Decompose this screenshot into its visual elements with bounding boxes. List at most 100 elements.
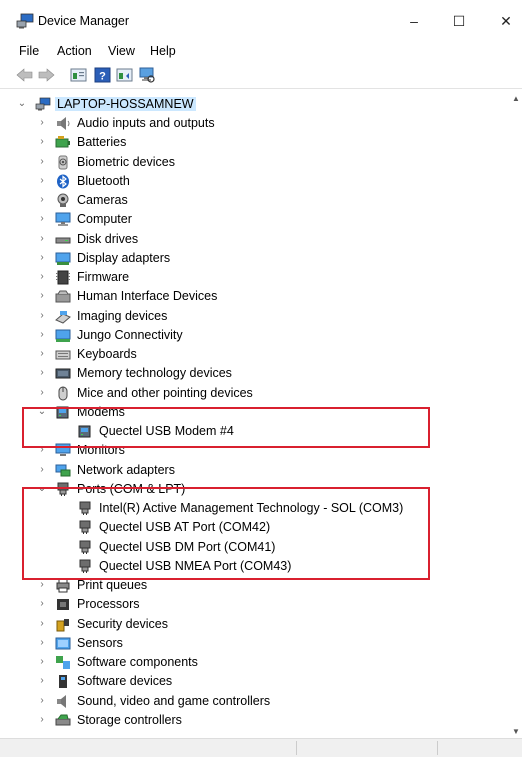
tree-item-jungo-connectivity[interactable]: › Jungo Connectivity (0, 326, 509, 345)
tree-item-label: Cameras (77, 193, 128, 207)
tree-item-label: Sensors (77, 635, 123, 650)
software-component-icon (56, 656, 70, 669)
tree-item-label: Jungo Connectivity (77, 327, 183, 342)
menu-bar: File Action View Help (0, 40, 522, 62)
menu-file[interactable]: File (19, 44, 39, 58)
chevron-right-icon[interactable]: › (37, 579, 47, 591)
mouse-icon (58, 386, 68, 400)
chevron-right-icon[interactable]: › (37, 348, 47, 360)
software-device-icon (59, 675, 67, 689)
tree-item-label: Keyboards (77, 347, 137, 361)
sensor-icon (55, 637, 71, 650)
device-manager-icon (16, 13, 34, 29)
tree-root[interactable]: ⌄ LAPTOP-HOSSAMNEW (0, 95, 509, 114)
menu-view[interactable]: View (108, 44, 135, 58)
chevron-right-icon[interactable]: › (37, 156, 47, 168)
tree-item-software-components[interactable]: › Software components (0, 653, 509, 672)
tree-item-cameras[interactable]: › Cameras (0, 191, 509, 210)
help-icon[interactable]: ? (94, 67, 111, 83)
modems-highlight-box (22, 407, 430, 448)
tree-item-disk-drives[interactable]: › Disk drives (0, 230, 509, 249)
vertical-scrollbar[interactable]: ▲ ▼ (509, 92, 522, 738)
scroll-up-icon[interactable]: ▲ (512, 94, 520, 103)
tree-item-label: Display adapters (77, 250, 171, 265)
chevron-down-icon[interactable]: ⌄ (17, 98, 27, 110)
properties-icon[interactable] (70, 67, 87, 83)
tree-item-mice-and-other-pointing-devices[interactable]: › Mice and other pointing devices (0, 384, 509, 403)
tree-item-label: Audio inputs and outputs (77, 116, 215, 130)
chevron-right-icon[interactable]: › (37, 136, 47, 148)
chevron-right-icon[interactable]: › (37, 656, 47, 668)
tree-item-bluetooth[interactable]: › Bluetooth (0, 172, 509, 191)
chevron-right-icon[interactable]: › (37, 598, 47, 610)
status-bar (0, 738, 522, 757)
maximize-button[interactable]: ☐ (437, 6, 481, 36)
chevron-right-icon[interactable]: › (37, 233, 47, 245)
back-arrow-icon[interactable] (16, 67, 33, 83)
tree-item-label: Imaging devices (77, 308, 168, 323)
tree-item-sound-video-and-game-controllers[interactable]: › Sound, video and game controllers (0, 692, 509, 711)
chevron-right-icon[interactable]: › (37, 213, 47, 225)
tree-item-computer[interactable]: › Computer (0, 210, 509, 229)
tree-item-batteries[interactable]: › Batteries (0, 133, 509, 152)
tree-item-audio-inputs-and-outputs[interactable]: › Audio inputs and outputs (0, 114, 509, 133)
chevron-right-icon[interactable]: › (37, 290, 47, 302)
tree-item-label: Batteries (77, 135, 127, 150)
tree-item-label: Processors (77, 597, 140, 612)
tree-item-memory-technology-devices[interactable]: › Memory technology devices (0, 364, 509, 383)
tree-item-label: Disk drives (77, 231, 139, 246)
tree-item-label: Software components (77, 655, 198, 669)
chevron-right-icon[interactable]: › (37, 310, 47, 322)
chevron-right-icon[interactable]: › (37, 271, 47, 283)
network-adapter-icon (55, 464, 71, 476)
close-button[interactable]: ✕ (484, 6, 522, 36)
tree-item-imaging-devices[interactable]: › Imaging devices (0, 307, 509, 326)
chevron-right-icon[interactable]: › (37, 252, 47, 264)
computer-root-icon (35, 97, 51, 111)
chevron-right-icon[interactable]: › (37, 637, 47, 649)
scroll-down-icon[interactable]: ▼ (512, 727, 520, 736)
tree-item-label: Sound, video and game controllers (77, 693, 271, 708)
minimize-button[interactable]: – (392, 6, 436, 36)
chevron-right-icon[interactable]: › (37, 675, 47, 687)
tree-item-label: Print queues (77, 578, 148, 592)
chevron-right-icon[interactable]: › (37, 117, 47, 129)
tree-item-biometric-devices[interactable]: › Biometric devices (0, 153, 509, 172)
storage-icon (55, 714, 71, 726)
ports-highlight-box (22, 487, 430, 580)
chevron-right-icon[interactable]: › (37, 618, 47, 630)
scan-hardware-icon[interactable] (138, 67, 155, 83)
tree-item-processors[interactable]: › Processors (0, 595, 509, 614)
menu-action[interactable]: Action (57, 44, 92, 58)
computer-icon (55, 212, 71, 227)
forward-arrow-icon[interactable] (38, 67, 55, 83)
chevron-right-icon[interactable]: › (37, 367, 47, 379)
tree-root-label: LAPTOP-HOSSAMNEW (55, 97, 196, 111)
tree-item-human-interface-devices[interactable]: › Human Interface Devices (0, 287, 509, 306)
biometric-icon (58, 155, 68, 169)
tree-item-storage-controllers[interactable]: › Storage controllers (0, 711, 509, 730)
camera-icon (57, 193, 69, 207)
chevron-right-icon[interactable]: › (37, 194, 47, 206)
menu-help[interactable]: Help (150, 44, 176, 58)
tree-item-display-adapters[interactable]: › Display adapters (0, 249, 509, 268)
chevron-right-icon[interactable]: › (37, 329, 47, 341)
tree-item-label: Network adapters (77, 462, 175, 477)
tree-item-sensors[interactable]: › Sensors (0, 634, 509, 653)
tree-item-label: Software devices (77, 674, 173, 689)
tree-item-keyboards[interactable]: › Keyboards (0, 345, 509, 364)
chevron-right-icon[interactable]: › (37, 387, 47, 399)
chevron-right-icon[interactable]: › (37, 464, 47, 476)
speaker-icon (57, 117, 70, 130)
chevron-right-icon[interactable]: › (37, 695, 47, 707)
sound-icon (57, 694, 66, 708)
tree-item-firmware[interactable]: › Firmware (0, 268, 509, 287)
tree-item-security-devices[interactable]: › Security devices (0, 615, 509, 634)
keyboard-icon (55, 350, 71, 360)
tree-item-software-devices[interactable]: › Software devices (0, 672, 509, 691)
tree-item-label: Storage controllers (77, 712, 182, 727)
chevron-right-icon[interactable]: › (37, 175, 47, 187)
update-driver-icon[interactable] (116, 67, 133, 83)
tree-item-network-adapters[interactable]: › Network adapters (0, 461, 509, 480)
chevron-right-icon[interactable]: › (37, 714, 47, 726)
